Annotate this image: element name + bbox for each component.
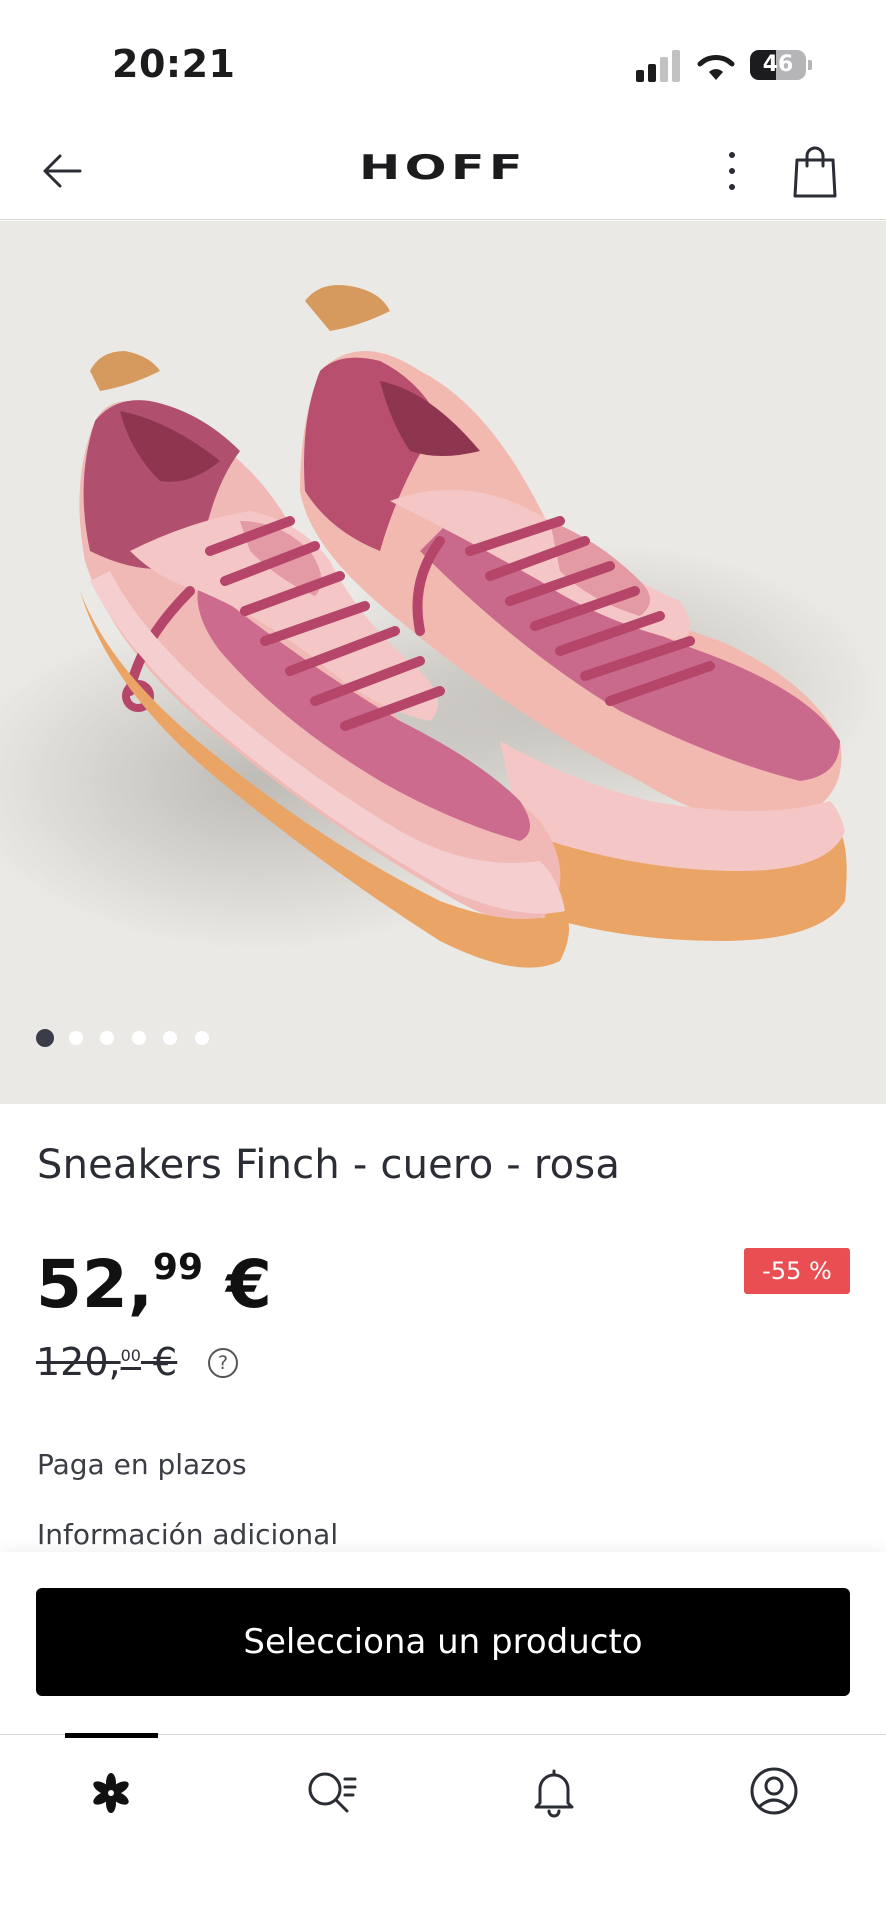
wifi-icon xyxy=(697,55,735,80)
bottom-navigation xyxy=(0,1733,886,1920)
brand-logo[interactable]: HOFF xyxy=(0,148,886,188)
battery-icon: 46 xyxy=(750,50,812,80)
gallery-dot[interactable] xyxy=(69,1031,83,1045)
old-price-whole: 120, xyxy=(36,1340,121,1384)
price-currency: € xyxy=(203,1246,272,1323)
bell-icon[interactable] xyxy=(526,1763,582,1819)
more-vertical-icon[interactable] xyxy=(714,148,750,194)
price-cents: 99 xyxy=(152,1247,204,1288)
original-price: 120,00 € xyxy=(36,1340,177,1384)
cta-container: Selecciona un producto xyxy=(0,1552,886,1734)
gallery-dot[interactable] xyxy=(36,1029,54,1047)
current-price: 52,99 € xyxy=(36,1250,272,1318)
sneakers-photo xyxy=(0,285,880,968)
gallery-dot[interactable] xyxy=(132,1031,146,1045)
shopping-bag-icon[interactable] xyxy=(790,144,840,198)
active-tab-indicator xyxy=(65,1733,158,1738)
gallery-dot[interactable] xyxy=(195,1031,209,1045)
status-bar: 20:21 46 xyxy=(0,0,886,120)
product-title: Sneakers Finch - cuero - rosa xyxy=(37,1142,621,1188)
discount-badge: -55 % xyxy=(744,1248,850,1294)
select-product-button[interactable]: Selecciona un producto xyxy=(36,1588,850,1696)
top-header: HOFF xyxy=(0,120,886,220)
status-time: 20:21 xyxy=(112,42,236,86)
price-whole: 52, xyxy=(36,1246,153,1323)
gallery-dot[interactable] xyxy=(100,1031,114,1045)
home-flower-icon[interactable] xyxy=(83,1763,139,1819)
price-help-icon[interactable]: ? xyxy=(208,1348,238,1378)
cellular-signal-icon xyxy=(636,50,680,82)
old-price-cents: 00 xyxy=(120,1346,141,1365)
old-price-currency: € xyxy=(140,1340,178,1384)
account-icon[interactable] xyxy=(746,1763,802,1819)
additional-info-link[interactable]: Información adicional xyxy=(37,1518,338,1551)
battery-level: 46 xyxy=(762,52,794,77)
installments-link[interactable]: Paga en plazos xyxy=(37,1448,247,1481)
product-image-gallery[interactable] xyxy=(0,221,886,1104)
search-list-icon[interactable] xyxy=(303,1763,359,1819)
gallery-dot[interactable] xyxy=(163,1031,177,1045)
